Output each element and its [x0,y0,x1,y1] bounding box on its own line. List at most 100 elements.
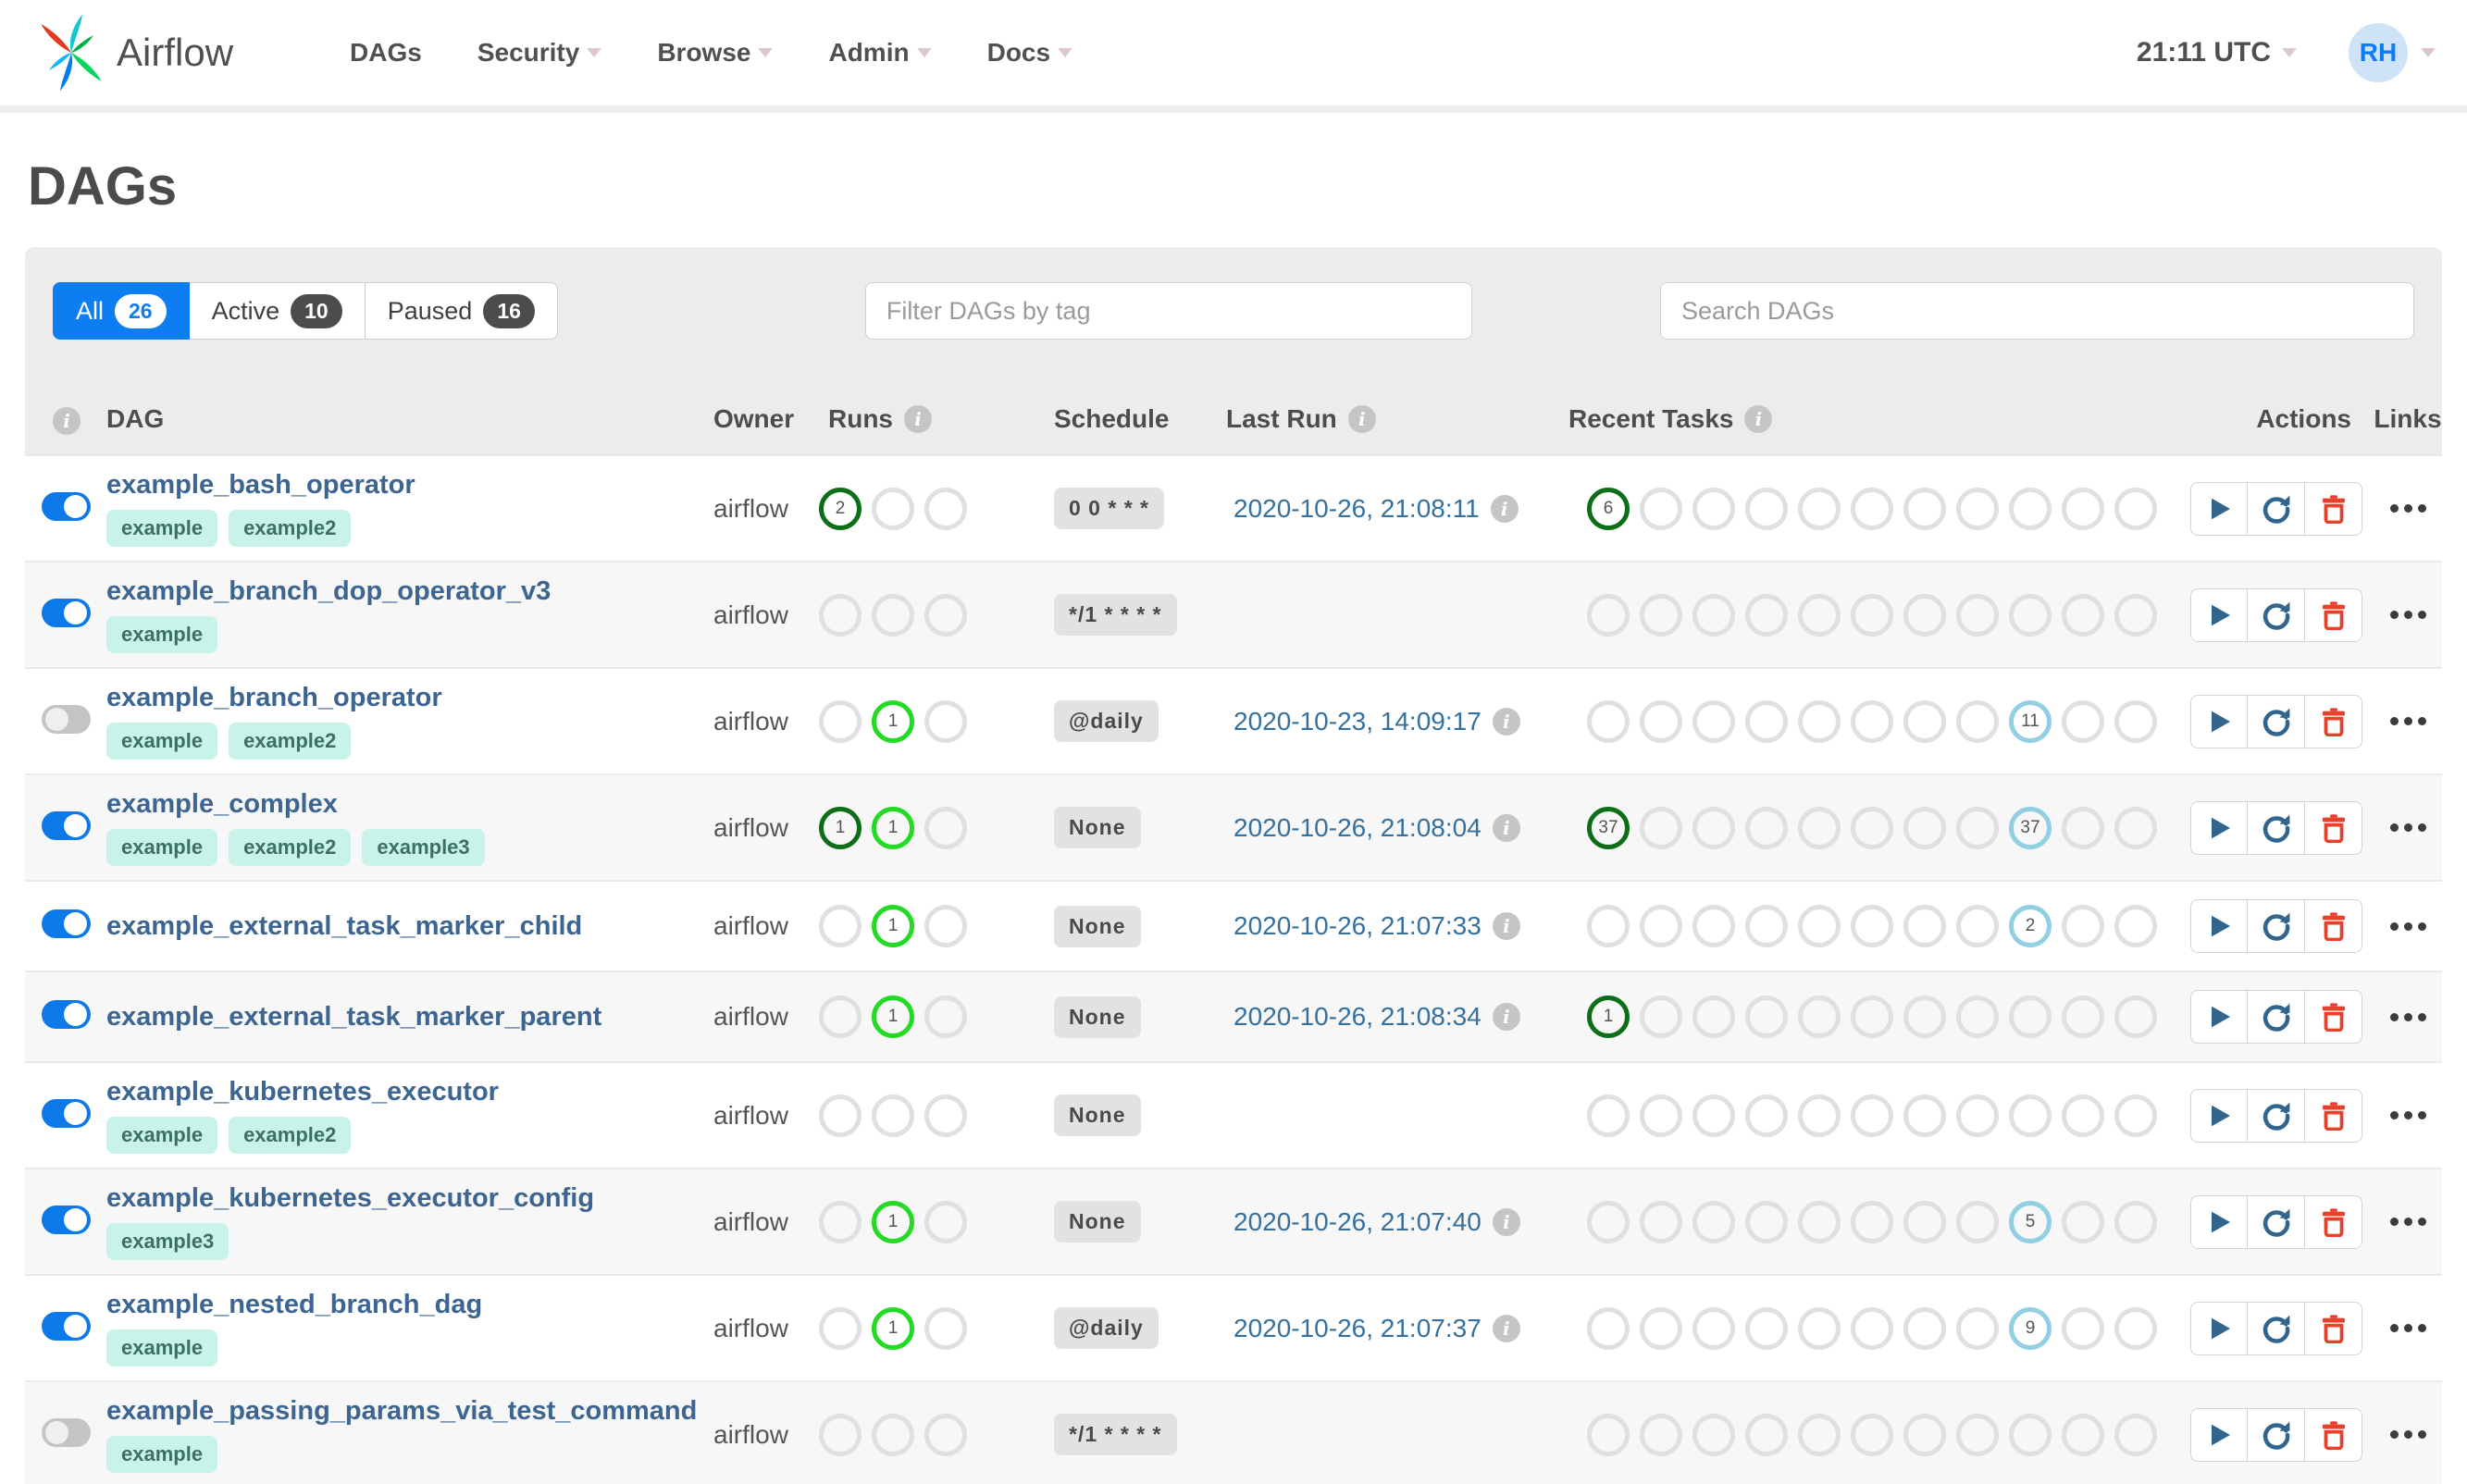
task-state-circle-empty[interactable] [2009,593,2052,637]
task-state-circle-empty[interactable] [1956,593,1999,637]
last-run-link[interactable]: 2020-10-26, 21:07:40 [1234,1207,1481,1237]
task-state-circle-empty[interactable] [1903,996,1946,1038]
column-owner[interactable]: Owner [706,404,817,434]
schedule-badge[interactable]: None [1054,807,1141,848]
refresh-dag-button[interactable] [2248,1407,2305,1462]
task-state-circle-empty[interactable] [1640,487,1682,530]
dag-pause-toggle[interactable] [42,491,91,521]
info-icon[interactable]: i [1492,1003,1520,1031]
info-icon[interactable]: i [1744,405,1773,433]
task-state-circle-empty[interactable] [1956,1094,1999,1137]
task-state-circle-empty[interactable] [1640,699,1682,743]
run-state-circle-empty[interactable] [872,593,914,637]
run-state-circle-running[interactable]: 1 [872,1200,914,1243]
task-state-circle-empty[interactable] [1903,1200,1946,1243]
run-state-circle-empty[interactable] [872,1094,914,1137]
menu-item-security[interactable]: Security [450,38,630,68]
last-run-link[interactable]: 2020-10-23, 14:09:17 [1234,707,1481,736]
task-state-circle-empty[interactable] [1956,1200,1999,1243]
schedule-badge[interactable]: 0 0 * * * [1054,488,1164,529]
dag-link[interactable]: example_bash_operator [106,470,415,501]
run-state-circle-empty[interactable] [924,1200,967,1243]
refresh-dag-button[interactable] [2248,694,2305,748]
dag-tag[interactable]: example [106,1117,218,1154]
schedule-badge[interactable]: @daily [1054,1307,1159,1349]
dag-pause-toggle[interactable] [42,704,91,734]
dag-tag[interactable]: example2 [229,829,352,866]
task-state-circle-empty[interactable] [1745,1306,1788,1350]
task-state-circle-success[interactable]: 1 [1587,996,1630,1038]
last-run-link[interactable]: 2020-10-26, 21:07:33 [1234,911,1481,941]
dag-pause-toggle[interactable] [42,1417,91,1447]
column-last-run[interactable]: Last Run i [1215,404,1557,434]
task-state-circle-empty[interactable] [1903,1306,1946,1350]
task-state-circle-empty[interactable] [1798,699,1841,743]
task-state-circle-empty[interactable] [1745,487,1788,530]
task-state-circle-empty[interactable] [1692,996,1735,1038]
run-state-circle-empty[interactable] [924,996,967,1038]
refresh-dag-button[interactable] [2248,587,2305,642]
task-state-circle-empty[interactable] [1956,699,1999,743]
info-icon[interactable]: i [904,405,932,433]
task-state-circle-empty[interactable] [2114,1413,2157,1456]
delete-dag-button[interactable] [2305,800,2362,855]
task-state-circle-empty[interactable] [1798,593,1841,637]
task-state-circle-empty[interactable] [1640,905,1682,947]
delete-dag-button[interactable] [2305,1088,2362,1143]
column-dag[interactable]: DAG [106,404,706,434]
task-state-circle-empty[interactable] [1903,1094,1946,1137]
task-state-circle-empty[interactable] [1745,996,1788,1038]
task-state-circle-empty[interactable] [2062,996,2104,1038]
task-state-circle-empty[interactable] [1798,1306,1841,1350]
refresh-dag-button[interactable] [2248,1194,2305,1249]
run-state-circle-empty[interactable] [819,996,862,1038]
task-state-circle-empty[interactable] [2062,1094,2104,1137]
task-state-circle-empty[interactable] [2062,806,2104,849]
task-state-circle-empty[interactable] [1851,996,1893,1038]
schedule-badge[interactable]: @daily [1054,700,1159,742]
task-state-circle-empty[interactable] [1587,1094,1630,1137]
dag-link[interactable]: example_complex [106,789,338,820]
run-state-circle-empty[interactable] [819,1200,862,1243]
search-input[interactable] [1660,282,2414,340]
task-state-circle-success[interactable]: 37 [1587,806,1630,849]
task-state-circle-empty[interactable] [1640,593,1682,637]
dag-tag[interactable]: example3 [362,829,485,866]
dag-pause-toggle[interactable] [42,1311,91,1341]
task-state-circle-empty[interactable] [1851,1094,1893,1137]
task-state-circle-empty[interactable] [1956,905,1999,947]
run-state-circle-empty[interactable] [924,699,967,743]
dag-link[interactable]: example_branch_operator [106,683,442,713]
task-state-circle-empty[interactable] [1798,1413,1841,1456]
clock-menu[interactable]: 21:11 UTC [2137,37,2297,68]
dag-link[interactable]: example_nested_branch_dag [106,1290,482,1320]
run-state-circle-empty[interactable] [819,699,862,743]
run-state-circle-running[interactable]: 1 [872,996,914,1038]
menu-item-browse[interactable]: Browse [629,38,800,68]
dag-tag[interactable]: example2 [229,1117,352,1154]
task-state-circle-empty[interactable] [1692,487,1735,530]
task-state-circle-empty[interactable] [2114,487,2157,530]
task-state-circle-empty[interactable] [1745,806,1788,849]
run-state-circle-empty[interactable] [924,1094,967,1137]
links-menu[interactable] [2389,717,2426,725]
task-state-circle-empty[interactable] [1745,699,1788,743]
task-state-circle-empty[interactable] [1798,905,1841,947]
run-state-circle-empty[interactable] [819,593,862,637]
column-recent-tasks[interactable]: Recent Tasks i [1557,404,2179,434]
task-state-circle-empty[interactable] [1903,905,1946,947]
trigger-dag-button[interactable] [2190,1088,2248,1143]
task-state-circle-empty[interactable] [1798,1094,1841,1137]
info-icon[interactable]: i [1492,1207,1520,1236]
dag-tag[interactable]: example2 [229,510,352,547]
last-run-link[interactable]: 2020-10-26, 21:08:04 [1234,813,1481,843]
task-state-circle-empty[interactable] [1851,905,1893,947]
links-menu[interactable] [2389,1324,2426,1332]
run-state-circle-empty[interactable] [872,487,914,530]
trigger-dag-button[interactable] [2190,1194,2248,1249]
airflow-logo[interactable]: Airflow [31,12,233,93]
dag-link[interactable]: example_passing_params_via_test_command [106,1396,697,1427]
delete-dag-button[interactable] [2305,1194,2362,1249]
delete-dag-button[interactable] [2305,587,2362,642]
delete-dag-button[interactable] [2305,1407,2362,1462]
